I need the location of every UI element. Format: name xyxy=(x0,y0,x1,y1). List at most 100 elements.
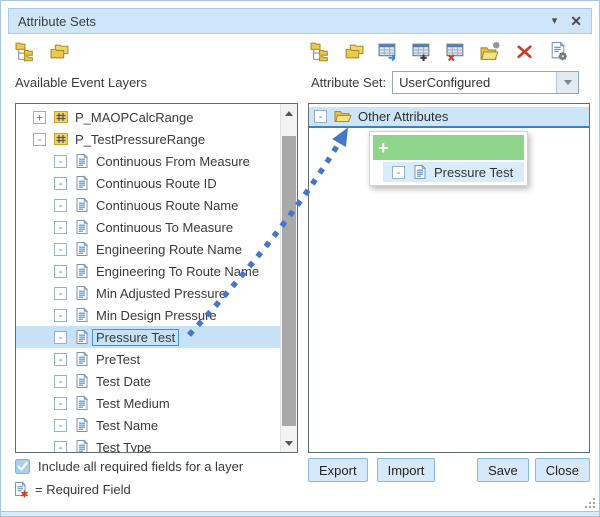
collapse-icon[interactable]: - xyxy=(54,419,67,432)
tree-row-selected[interactable]: - Pressure Test xyxy=(16,326,280,348)
field-icon xyxy=(74,241,90,257)
attribute-set-label: Attribute Set: xyxy=(311,75,386,90)
collapse-icon[interactable]: - xyxy=(54,309,67,322)
collapse-icon[interactable]: - xyxy=(54,353,67,366)
tree-row[interactable]: - Min Adjusted Pressure xyxy=(16,282,280,304)
tree-row[interactable]: - Engineering To Route Name xyxy=(16,260,280,282)
collapse-icon[interactable]: - xyxy=(54,375,67,388)
export-button[interactable]: Export xyxy=(308,458,368,482)
field-icon xyxy=(74,417,90,433)
collapse-icon[interactable]: - xyxy=(54,243,67,256)
drag-ghost: + - Pressure Test xyxy=(369,131,528,186)
tree-row[interactable]: - Test Date xyxy=(16,370,280,392)
collapse-icon[interactable]: - xyxy=(54,221,67,234)
tree-row[interactable]: - Test Type xyxy=(16,436,280,453)
red-x-icon xyxy=(514,41,535,62)
drag-item-label: Pressure Test xyxy=(434,165,513,180)
dialog-title: Attribute Sets xyxy=(18,14,96,29)
field-icon xyxy=(74,439,90,453)
close-icon[interactable]: ✕ xyxy=(570,14,582,28)
table-remove-icon xyxy=(446,41,467,62)
delete-attribute-set-button[interactable] xyxy=(513,40,535,62)
properties-button[interactable] xyxy=(547,40,569,62)
other-attributes-node[interactable]: - Other Attributes xyxy=(309,107,589,128)
collapse-icon[interactable]: - xyxy=(54,441,67,454)
collapse-arrow-icon[interactable]: ▾ xyxy=(552,16,558,27)
required-field-icon xyxy=(13,481,29,498)
tree-row-label: Continuous From Measure xyxy=(96,154,250,169)
collapse-all-attributes-button[interactable] xyxy=(343,40,365,62)
tree-row[interactable]: - PreTest xyxy=(16,348,280,370)
collapse-all-folders-icon xyxy=(344,41,365,62)
tree-row-label: Test Type xyxy=(96,440,151,454)
page-gear-icon xyxy=(548,41,569,62)
expand-icon[interactable]: + xyxy=(33,111,46,124)
tree-row-label: Engineering To Route Name xyxy=(96,264,259,279)
close-button[interactable]: Close xyxy=(535,458,590,482)
tree-row[interactable]: - Min Design Pressure xyxy=(16,304,280,326)
attribute-set-combobox[interactable]: UserConfigured xyxy=(392,71,579,94)
collapse-icon[interactable]: - xyxy=(54,177,67,190)
field-icon xyxy=(74,175,90,191)
tree-row[interactable]: - Continuous From Measure xyxy=(16,150,280,172)
new-folder-icon xyxy=(480,41,501,62)
table-arrow-icon xyxy=(378,41,399,62)
include-required-fields-row: Include all required fields for a layer xyxy=(15,459,243,474)
import-button[interactable]: Import xyxy=(377,458,436,482)
tree-row[interactable]: - Test Medium xyxy=(16,392,280,414)
combobox-dropdown-button[interactable] xyxy=(556,72,578,93)
collapse-icon[interactable]: - xyxy=(33,133,46,146)
remove-from-table-button[interactable] xyxy=(445,40,467,62)
available-layers-tree-panel: + P_MAOPCalcRange - P_TestPressureRange … xyxy=(15,103,298,453)
event-layer-icon xyxy=(53,131,69,147)
scroll-up-button[interactable] xyxy=(281,105,297,121)
collapse-icon[interactable]: - xyxy=(54,287,67,300)
event-layer-icon xyxy=(53,109,69,125)
tree-row-label: Pressure Test xyxy=(92,329,179,346)
expand-all-attributes-button[interactable] xyxy=(309,40,331,62)
collapse-icon[interactable]: - xyxy=(54,155,67,168)
collapse-icon: - xyxy=(392,166,405,179)
collapse-all-layers-button[interactable] xyxy=(48,40,70,62)
node-label: Other Attributes xyxy=(358,109,448,124)
collapse-icon[interactable]: - xyxy=(54,199,67,212)
new-attribute-set-button[interactable] xyxy=(479,40,501,62)
drop-indicator-bar: + xyxy=(373,135,524,160)
scrollbar-thumb[interactable] xyxy=(282,136,296,426)
collapse-icon[interactable]: - xyxy=(54,331,67,344)
collapse-icon[interactable]: - xyxy=(54,265,67,278)
tree-row[interactable]: - Test Name xyxy=(16,414,280,436)
checked-checkbox-icon[interactable] xyxy=(15,459,30,474)
tree-row-label: Continuous To Measure xyxy=(96,220,233,235)
layers-tree: + P_MAOPCalcRange - P_TestPressureRange … xyxy=(16,106,280,453)
required-field-legend: = Required Field xyxy=(13,481,131,498)
tree-row[interactable]: - Continuous Route ID xyxy=(16,172,280,194)
expand-all-layers-button[interactable] xyxy=(14,40,36,62)
field-icon xyxy=(74,373,90,389)
tree-row[interactable]: - Continuous To Measure xyxy=(16,216,280,238)
plus-icon: + xyxy=(378,139,389,157)
required-field-text: = Required Field xyxy=(35,482,131,497)
chevron-down-icon xyxy=(564,80,572,85)
tree-row-label: Test Medium xyxy=(96,396,170,411)
assign-to-table-button[interactable] xyxy=(377,40,399,62)
field-icon xyxy=(412,164,428,180)
scroll-down-button[interactable] xyxy=(281,435,297,451)
tree-row[interactable]: + P_MAOPCalcRange xyxy=(16,106,280,128)
tree-row-label: PreTest xyxy=(96,352,140,367)
add-to-table-button[interactable] xyxy=(411,40,433,62)
field-icon xyxy=(74,219,90,235)
attribute-sets-dialog: Attribute Sets ▾ ✕ Available Event Layer… xyxy=(0,0,600,517)
right-toolbar xyxy=(309,40,569,62)
save-button[interactable]: Save xyxy=(477,458,529,482)
tree-row[interactable]: - Continuous Route Name xyxy=(16,194,280,216)
field-icon xyxy=(74,263,90,279)
collapse-icon[interactable]: - xyxy=(314,110,327,123)
tree-row[interactable]: - Engineering Route Name xyxy=(16,238,280,260)
tree-row-label: Continuous Route ID xyxy=(96,176,217,191)
tree-row[interactable]: - P_TestPressureRange xyxy=(16,128,280,150)
collapse-icon[interactable]: - xyxy=(54,397,67,410)
triangle-down-icon xyxy=(285,441,293,446)
resize-grip[interactable] xyxy=(584,497,596,509)
tree-scrollbar[interactable] xyxy=(280,104,297,452)
